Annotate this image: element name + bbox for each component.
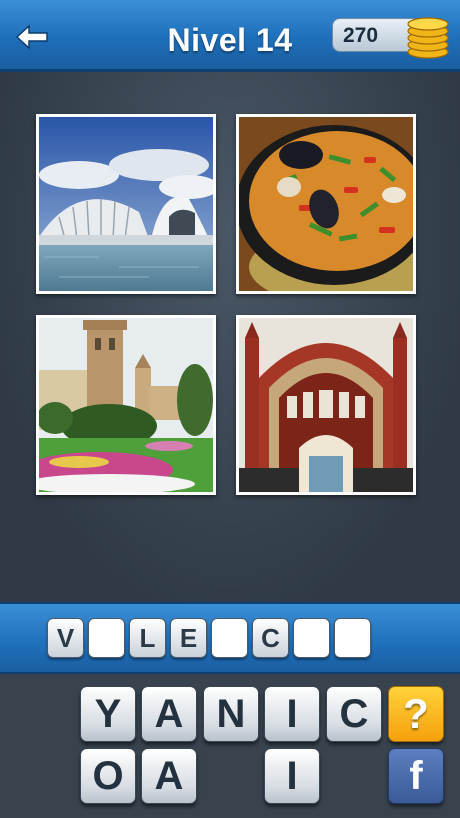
answer-slot[interactable] <box>334 618 371 658</box>
answer-slot[interactable] <box>88 618 125 658</box>
answer-slot[interactable]: L <box>129 618 166 658</box>
hint-button[interactable]: ? <box>388 686 444 742</box>
answer-slot[interactable] <box>293 618 330 658</box>
city-of-arts-and-sciences-photo[interactable] <box>36 114 216 294</box>
letter-keyboard: Y A N I C O A I ? f <box>0 674 460 818</box>
top-bar: Nivel 14 270 <box>0 0 460 72</box>
answer-slot[interactable]: C <box>252 618 289 658</box>
answer-slots: V L E C <box>47 618 371 660</box>
facebook-share-button[interactable]: f <box>388 748 444 804</box>
letter-key[interactable]: A <box>141 748 197 804</box>
answer-bar: V L E C <box>0 602 460 674</box>
cathedral-garden-photo[interactable] <box>36 315 216 495</box>
coin-stack-icon <box>407 17 449 59</box>
letter-key[interactable]: Y <box>80 686 136 742</box>
answer-slot[interactable]: V <box>47 618 84 658</box>
letter-key[interactable]: N <box>203 686 259 742</box>
question-mark-icon: ? <box>403 690 429 737</box>
market-gate-photo[interactable] <box>236 315 416 495</box>
answer-slot[interactable] <box>211 618 248 658</box>
facebook-icon: f <box>409 753 423 798</box>
letter-key[interactable]: A <box>141 686 197 742</box>
letter-key[interactable]: I <box>264 748 320 804</box>
picture-area <box>0 72 460 602</box>
paella-photo[interactable] <box>236 114 416 294</box>
answer-slot[interactable]: E <box>170 618 207 658</box>
letter-key[interactable]: I <box>264 686 320 742</box>
coin-count: 270 <box>343 24 379 47</box>
letter-key[interactable]: O <box>80 748 136 804</box>
letter-key[interactable]: C <box>326 686 382 742</box>
